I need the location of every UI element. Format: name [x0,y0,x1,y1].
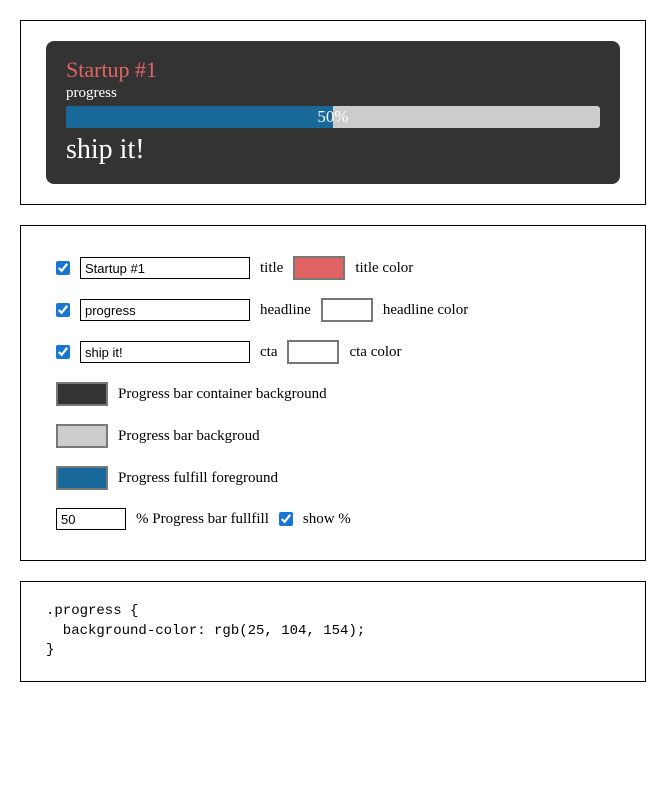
preview-card: Startup #1 progress 50% ship it! [46,41,620,184]
title-color-label: title color [355,260,413,277]
cta-color-swatch[interactable] [287,340,339,364]
progress-bar-track: 50% [66,106,600,128]
headline-color-label: headline color [383,302,468,319]
bar-bg-row: Progress bar backgroud [56,424,610,448]
headline-label: headline [260,302,311,319]
container-bg-swatch[interactable] [56,382,108,406]
headline-checkbox[interactable] [56,303,70,317]
percent-row: % Progress bar fullfill show % [56,508,610,530]
title-row: title title color [56,256,610,280]
bar-bg-swatch[interactable] [56,424,108,448]
cta-row: cta cta color [56,340,610,364]
bar-bg-label: Progress bar backgroud [118,428,260,445]
show-percent-label: show % [303,511,351,528]
preview-headline: progress [66,85,600,102]
fill-fg-swatch[interactable] [56,466,108,490]
preview-title: Startup #1 [66,57,600,83]
headline-row: headline headline color [56,298,610,322]
title-input[interactable] [80,257,250,279]
progress-bar-percent-label: 50% [66,106,600,128]
headline-color-swatch[interactable] [321,298,373,322]
headline-input[interactable] [80,299,250,321]
container-bg-row: Progress bar container background [56,382,610,406]
percent-label: % Progress bar fullfill [136,511,269,528]
percent-input[interactable] [56,508,126,530]
container-bg-label: Progress bar container background [118,386,327,403]
title-label: title [260,260,283,277]
preview-cta: ship it! [66,134,600,166]
cta-color-label: cta color [349,344,401,361]
cta-checkbox[interactable] [56,345,70,359]
cta-input[interactable] [80,341,250,363]
preview-panel: Startup #1 progress 50% ship it! [20,20,646,205]
title-color-swatch[interactable] [293,256,345,280]
code-output-panel: .progress { background-color: rgb(25, 10… [20,581,646,682]
controls-panel: title title color headline headline colo… [20,225,646,561]
cta-label: cta [260,344,277,361]
fill-fg-label: Progress fulfill foreground [118,470,278,487]
fill-fg-row: Progress fulfill foreground [56,466,610,490]
title-checkbox[interactable] [56,261,70,275]
show-percent-checkbox[interactable] [279,512,293,526]
